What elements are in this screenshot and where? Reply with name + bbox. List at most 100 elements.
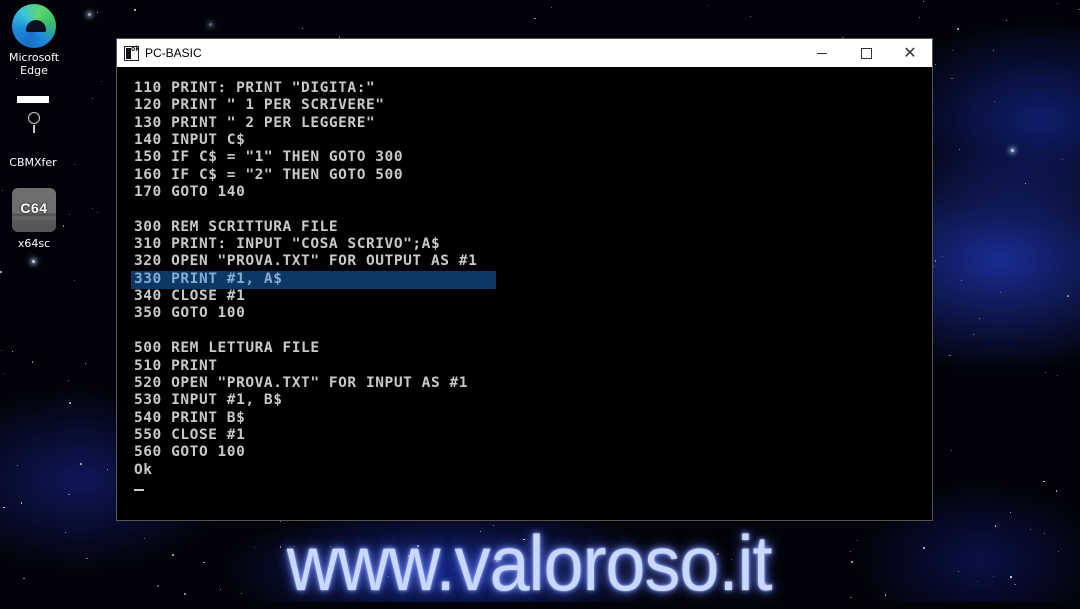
star <box>1057 551 1059 553</box>
minimize-button[interactable] <box>800 39 844 67</box>
maximize-icon <box>860 47 872 59</box>
terminal-line-text: 510 PRINT <box>134 357 218 374</box>
terminal-line[interactable]: 510 PRINT <box>134 358 932 375</box>
desktop-icon-label: CBMXfer <box>9 156 57 169</box>
star <box>933 265 935 267</box>
minimize-icon <box>817 52 827 54</box>
star <box>31 361 34 363</box>
terminal-line[interactable]: 140 INPUT C$ <box>134 132 932 149</box>
star <box>950 449 953 451</box>
star <box>949 354 951 357</box>
desktop-icon-microsoft-edge[interactable]: Microsoft Edge <box>1 0 67 77</box>
desktop-icon-cbmxfer[interactable]: CBMXfer <box>0 90 66 169</box>
title-bar[interactable]: PC-BASIC ✕ <box>117 39 932 67</box>
star <box>706 4 708 6</box>
terminal-line-text: 170 GOTO 140 <box>134 184 246 201</box>
terminal-line-text: 520 OPEN "PROVA.TXT" FOR INPUT AS #1 <box>134 374 469 391</box>
terminal-line[interactable]: 120 PRINT " 1 PER SCRIVERE" <box>134 97 932 114</box>
star <box>23 577 25 580</box>
basic-terminal[interactable]: 110 PRINT: PRINT "DIGITA:" 120 PRINT " 1 … <box>117 67 932 520</box>
star <box>32 259 36 263</box>
cbmxfer-icon <box>17 96 49 142</box>
star <box>978 317 980 319</box>
pc-basic-window[interactable]: PC-BASIC ✕ 110 PRINT: PRINT "DIGITA:"120… <box>116 38 933 521</box>
star <box>96 12 98 14</box>
star <box>951 49 954 52</box>
terminal-line-text: 560 GOTO 100 <box>134 444 246 461</box>
star <box>91 98 93 100</box>
terminal-line[interactable] <box>134 323 932 340</box>
terminal-line-text: 140 INPUT C$ <box>134 132 246 149</box>
terminal-line-text: 130 PRINT " 2 PER LEGGERE" <box>134 114 376 131</box>
terminal-line[interactable]: Ok <box>134 462 932 479</box>
star <box>209 22 213 26</box>
c64-badge-text: C64 <box>20 200 48 216</box>
star <box>69 402 71 404</box>
star <box>922 1 924 3</box>
star <box>957 28 959 30</box>
terminal-line[interactable]: 550 CLOSE #1 <box>134 427 932 444</box>
star <box>1044 533 1046 535</box>
text-cursor <box>134 488 144 491</box>
star <box>1043 480 1045 483</box>
terminal-line[interactable] <box>134 201 932 218</box>
pc-basic-app-icon <box>124 45 139 61</box>
star <box>534 17 536 20</box>
terminal-line-selected[interactable]: 330 PRINT #1, A$ <box>131 270 932 290</box>
star <box>12 350 14 352</box>
terminal-line[interactable]: 520 OPEN "PROVA.TXT" FOR INPUT AS #1 <box>134 375 932 392</box>
desktop-icon-label: Edge <box>20 64 48 77</box>
star <box>919 17 921 19</box>
terminal-line[interactable]: 110 PRINT: PRINT "DIGITA:" <box>134 80 932 97</box>
terminal-line-text: 310 PRINT: INPUT "COSA SCRIVO";A$ <box>134 236 441 253</box>
star <box>68 493 70 496</box>
star <box>550 6 553 9</box>
terminal-line-text: 550 CLOSE #1 <box>134 426 246 443</box>
star <box>3 506 5 509</box>
desktop-icon-label: x64sc <box>17 237 51 250</box>
terminal-line[interactable]: 500 REM LETTURA FILE <box>134 340 932 357</box>
terminal-line-text: 500 REM LETTURA FILE <box>134 340 320 357</box>
close-icon: ✕ <box>903 43 917 62</box>
star <box>1057 3 1059 5</box>
star <box>0 271 2 273</box>
star <box>1011 148 1015 152</box>
terminal-line[interactable]: 540 PRINT B$ <box>134 410 932 427</box>
window-controls: ✕ <box>800 39 932 67</box>
star <box>134 9 136 11</box>
close-button[interactable]: ✕ <box>888 39 932 67</box>
star <box>69 214 71 216</box>
star <box>107 468 108 470</box>
star <box>1000 291 1002 293</box>
star <box>17 464 19 466</box>
star <box>96 212 98 214</box>
terminal-line[interactable]: 560 GOTO 100 <box>134 444 932 461</box>
star <box>960 280 962 281</box>
desktop-icon-x64sc[interactable]: C64 x64sc <box>1 188 67 250</box>
terminal-line[interactable]: 170 GOTO 140 <box>134 184 932 201</box>
terminal-line-text: Ok <box>134 461 153 478</box>
star <box>951 77 953 80</box>
terminal-line[interactable]: 300 REM SCRITTURA FILE <box>134 219 932 236</box>
terminal-line-text: 350 GOTO 100 <box>134 305 246 322</box>
terminal-line[interactable]: 310 PRINT: INPUT "COSA SCRIVO";A$ <box>134 236 932 253</box>
terminal-line-text: 150 IF C$ = "1" THEN GOTO 300 <box>134 149 404 166</box>
terminal-line[interactable]: 130 PRINT " 2 PER LEGGERE" <box>134 115 932 132</box>
terminal-line[interactable]: 350 GOTO 100 <box>134 305 932 322</box>
maximize-button[interactable] <box>844 39 888 67</box>
star <box>101 80 103 82</box>
terminal-line[interactable]: 320 OPEN "PROVA.TXT" FOR OUTPUT AS #1 <box>134 253 932 270</box>
star <box>84 363 86 364</box>
star <box>934 260 937 262</box>
terminal-line[interactable]: 530 INPUT #1, B$ <box>134 392 932 409</box>
terminal-line-text: 530 INPUT #1, B$ <box>134 392 283 409</box>
terminal-line[interactable]: 160 IF C$ = "2" THEN GOTO 500 <box>134 167 932 184</box>
desktop-icon-label: Microsoft <box>8 51 60 64</box>
terminal-line[interactable]: 150 IF C$ = "1" THEN GOTO 300 <box>134 149 932 166</box>
star <box>73 280 75 282</box>
star <box>1056 374 1059 377</box>
star <box>67 379 69 381</box>
terminal-line-text: 320 OPEN "PROVA.TXT" FOR OUTPUT AS #1 <box>134 253 478 270</box>
terminal-line[interactable]: 340 CLOSE #1 <box>134 288 932 305</box>
star <box>1045 371 1047 373</box>
